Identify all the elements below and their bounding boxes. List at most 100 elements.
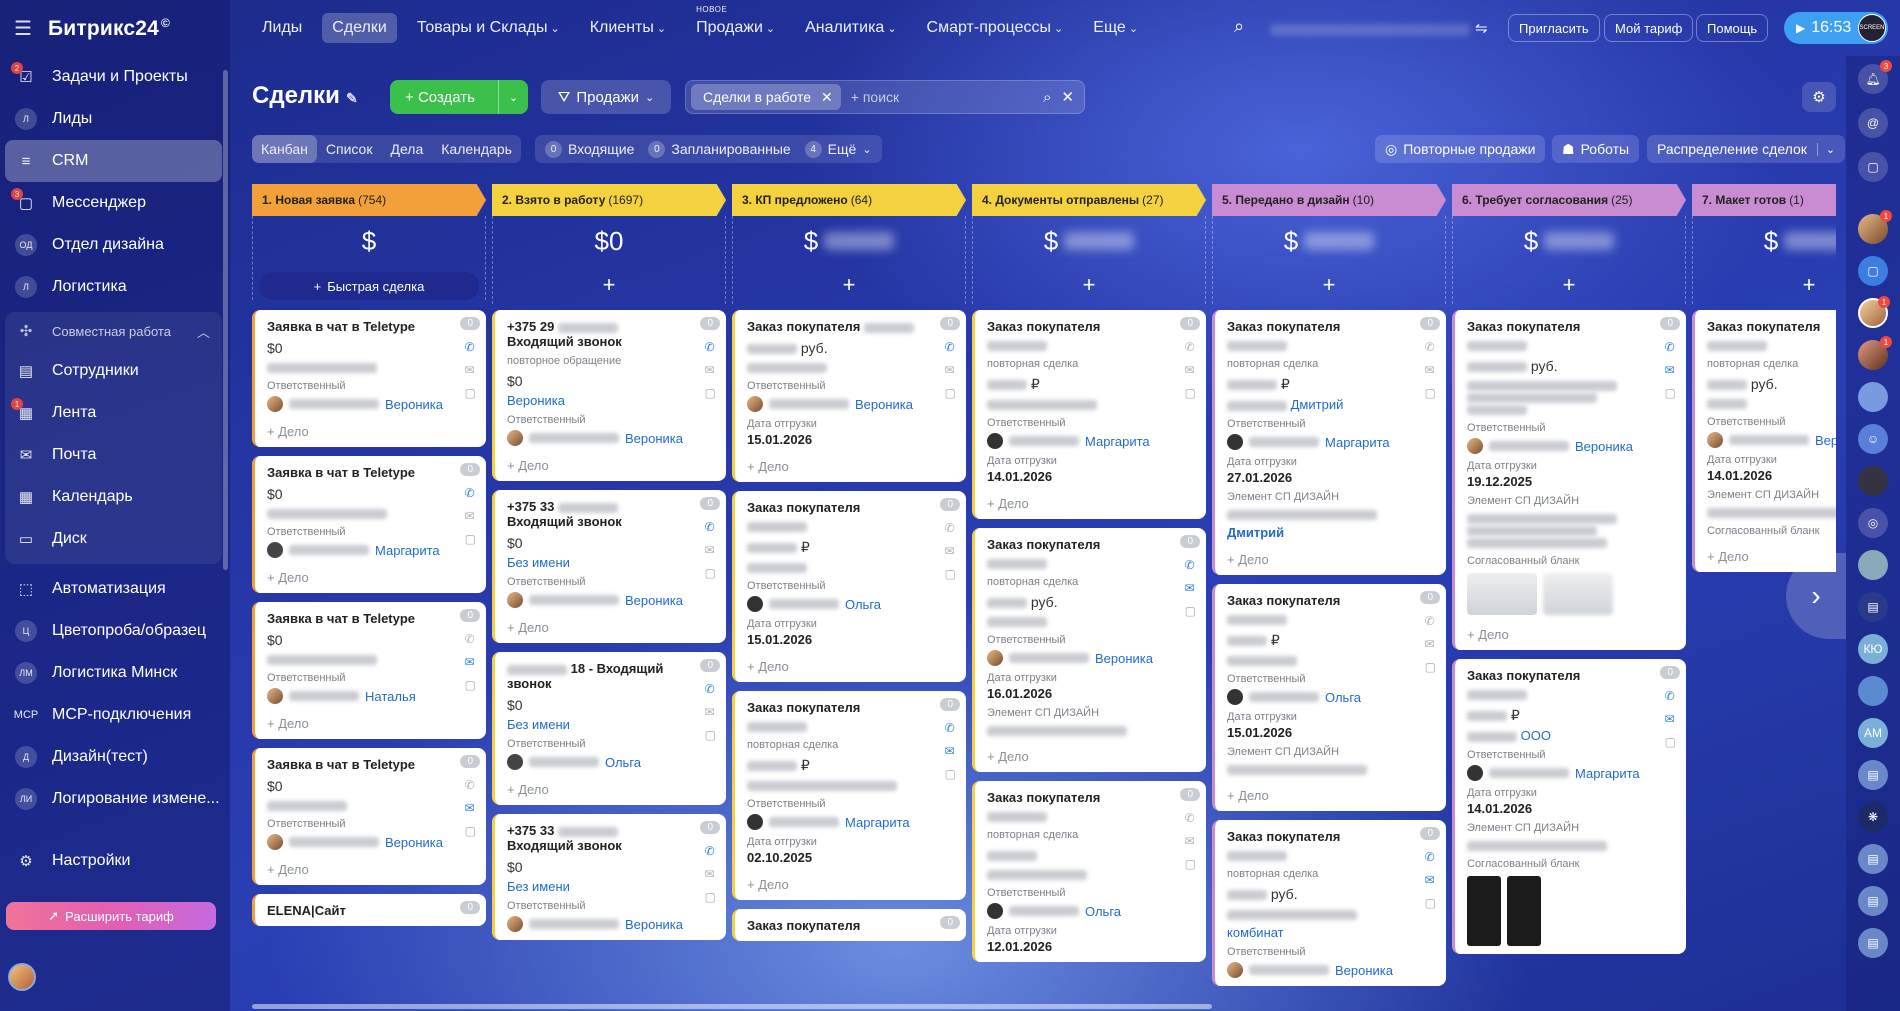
robots-button[interactable]: ☗ Роботы xyxy=(1552,135,1640,163)
chat-bubble-icon[interactable]: ▢ xyxy=(1858,152,1888,182)
stage-header[interactable]: 1. Новая заявка (754) xyxy=(252,184,486,216)
group-icon[interactable]: ☺ xyxy=(1858,424,1888,454)
mail-icon[interactable]: ✉ xyxy=(1425,363,1436,377)
chat-icon[interactable]: ▢ xyxy=(705,566,716,580)
my-plan-button[interactable]: Мой тариф xyxy=(1604,14,1694,42)
sidebar-item-disk[interactable]: ▭ Диск xyxy=(5,518,222,560)
counter-incoming[interactable]: 0 Входящие xyxy=(545,140,634,158)
collab-group-header[interactable]: ✣ Совместная работа ︿ xyxy=(5,312,222,350)
sidebar-item-logging[interactable]: ЛИ Логирование измене... xyxy=(0,778,230,820)
chat-avatar-initials[interactable]: КЮ xyxy=(1858,634,1888,664)
add-activity-link[interactable]: + Дело xyxy=(1227,552,1434,567)
sidebar-scrollbar[interactable] xyxy=(223,70,228,570)
mail-icon[interactable]: ✉ xyxy=(465,363,476,377)
sidebar-item-mail[interactable]: ✉ Почта xyxy=(5,434,222,476)
chat-avatar[interactable]: ▤ xyxy=(1858,592,1888,622)
mail-icon[interactable]: ✉ xyxy=(705,867,716,881)
chat-avatar[interactable]: ◎ xyxy=(1858,508,1888,538)
chat-icon[interactable]: ▢ xyxy=(705,890,716,904)
mail-icon[interactable]: ✉ xyxy=(1185,363,1196,377)
add-activity-link[interactable]: + Дело xyxy=(987,749,1194,764)
phone-icon[interactable]: ✆ xyxy=(1185,811,1196,825)
add-activity-link[interactable]: + Дело xyxy=(987,496,1194,511)
chat-avatar[interactable]: ❋ xyxy=(1858,802,1888,832)
deal-card[interactable]: 0 Заказ покупателя повторная сделка Ответст… xyxy=(972,781,1206,962)
chat-icon[interactable]: ▢ xyxy=(945,567,956,581)
phone-icon[interactable]: ✆ xyxy=(1665,689,1676,703)
category-select[interactable]: ⛛ Продажи ⌄ xyxy=(541,80,671,114)
mail-icon[interactable]: ✉ xyxy=(705,705,716,719)
add-deal-plus[interactable]: + xyxy=(973,266,1205,304)
tab-more[interactable]: Еще ⌄ xyxy=(1083,13,1148,43)
stage-header[interactable]: 7. Макет готов (1) xyxy=(1692,184,1836,216)
mail-icon[interactable]: ✉ xyxy=(945,744,956,758)
mail-icon[interactable]: ✉ xyxy=(1185,581,1196,595)
deal-card[interactable]: 0Заказ покупателяповторная сделка руб.От… xyxy=(1692,310,1836,572)
board-horizontal-scrollbar[interactable] xyxy=(252,1004,1212,1009)
chat-icon[interactable]: ▢ xyxy=(945,767,956,781)
tab-leads[interactable]: Лиды xyxy=(252,13,312,43)
add-deal-plus[interactable]: + xyxy=(493,266,725,304)
current-user-avatar[interactable] xyxy=(8,963,36,991)
mail-icon[interactable]: ✉ xyxy=(1665,712,1676,726)
deal-card[interactable]: 0 Заказ покупателя повторная сделка ₽ Ответ… xyxy=(732,691,966,900)
deal-card[interactable]: 0 +375 33 Входящий звонок $0 Без имени Ответ… xyxy=(492,814,726,940)
deal-card[interactable]: 0 Заказ покупателя повторная сделка руб. ко… xyxy=(1212,820,1446,986)
phone-icon[interactable]: ✆ xyxy=(465,778,476,792)
chat-icon[interactable]: ▢ xyxy=(465,386,476,400)
sliders-icon[interactable]: ⇋ xyxy=(1475,19,1488,37)
phone-icon[interactable]: ✆ xyxy=(1425,850,1436,864)
add-activity-link[interactable]: + Дело xyxy=(1227,788,1434,803)
upgrade-plan-button[interactable]: ➚ Расширить тариф xyxy=(6,902,216,930)
add-activity-link[interactable]: + Дело xyxy=(747,877,954,892)
chat-avatar[interactable] xyxy=(1858,466,1888,496)
phone-icon[interactable]: ✆ xyxy=(1425,614,1436,628)
add-deal-plus[interactable]: + xyxy=(1213,266,1445,304)
phone-icon[interactable]: ✆ xyxy=(1185,558,1196,572)
phone-icon[interactable]: ✆ xyxy=(705,682,716,696)
view-kanban[interactable]: Канбан xyxy=(252,135,317,163)
mail-icon[interactable]: ✉ xyxy=(945,363,956,377)
deal-card[interactable]: 0 Заказ покупателя руб. Ответственный Верон… xyxy=(732,310,966,482)
sidebar-item-calendar[interactable]: ▦ Календарь xyxy=(5,476,222,518)
deal-card[interactable]: 0 +375 29 Входящий звонок повторное обраще… xyxy=(492,310,726,481)
chat-icon[interactable]: ▢ xyxy=(465,532,476,546)
mail-icon[interactable]: ✉ xyxy=(705,543,716,557)
chat-avatar[interactable]: ▤ xyxy=(1858,844,1888,874)
add-activity-link[interactable]: + Дело xyxy=(747,659,954,674)
sidebar-item-design-dept[interactable]: ОД Отдел дизайна xyxy=(0,224,230,266)
blank-image-thumbnail[interactable] xyxy=(1467,573,1537,615)
bell-icon[interactable]: 🔔︎ 3 xyxy=(1858,60,1892,94)
mail-icon[interactable]: ✉ xyxy=(1425,873,1436,887)
phone-icon[interactable]: ✆ xyxy=(1425,340,1436,354)
chat-icon[interactable]: ▢ xyxy=(1425,660,1436,674)
mail-icon[interactable]: ✉ xyxy=(465,801,476,815)
tab-smart-processes[interactable]: Смарт-процессы ⌄ xyxy=(917,13,1074,43)
tab-analytics[interactable]: Аналитика ⌄ xyxy=(795,13,906,43)
phone-icon[interactable]: ✆ xyxy=(465,340,476,354)
sidebar-item-automation[interactable]: ⬚ Автоматизация xyxy=(0,568,230,610)
tab-deals[interactable]: Сделки xyxy=(322,13,397,43)
quick-deal-button[interactable]: + Быстрая сделка xyxy=(259,272,479,300)
mail-icon[interactable]: ✉ xyxy=(945,544,956,558)
sidebar-item-employees[interactable]: ▤ Сотрудники xyxy=(5,350,222,392)
stage-header[interactable]: 5. Передано в дизайн (10) xyxy=(1212,184,1446,216)
deal-card[interactable]: 0 Заявка в чат в Teletype $0 Ответственный М… xyxy=(252,456,486,593)
chat-icon[interactable]: ▢ xyxy=(945,386,956,400)
blank-image-thumbnail[interactable] xyxy=(1507,876,1541,946)
mail-icon[interactable]: ✉ xyxy=(465,655,476,669)
deal-card[interactable]: 0 18 - Входящий звонок $0 Без имени Ответст… xyxy=(492,652,726,805)
chat-icon[interactable]: ▢ xyxy=(1185,857,1196,871)
app-logo[interactable]: Битрикс24 © xyxy=(48,16,170,41)
chat-avatar[interactable] xyxy=(1858,550,1888,580)
sidebar-item-feed[interactable]: ▦ 1 Лента xyxy=(5,392,222,434)
deal-card[interactable]: 0 Заявка в чат в Teletype $0 Ответственный В… xyxy=(252,748,486,885)
sidebar-item-design-test[interactable]: Д Дизайн(тест) xyxy=(0,736,230,778)
sidebar-item-logistics-minsk[interactable]: ЛМ Логистика Минск xyxy=(0,652,230,694)
chat-avatar[interactable]: ▢ xyxy=(1858,256,1888,286)
phone-icon[interactable]: ✆ xyxy=(705,520,716,534)
mail-icon[interactable]: ✉ xyxy=(1425,637,1436,651)
add-deal-plus[interactable]: + xyxy=(1693,266,1836,304)
view-activities[interactable]: Дела xyxy=(381,135,432,163)
close-icon[interactable]: ✕ xyxy=(821,89,833,106)
